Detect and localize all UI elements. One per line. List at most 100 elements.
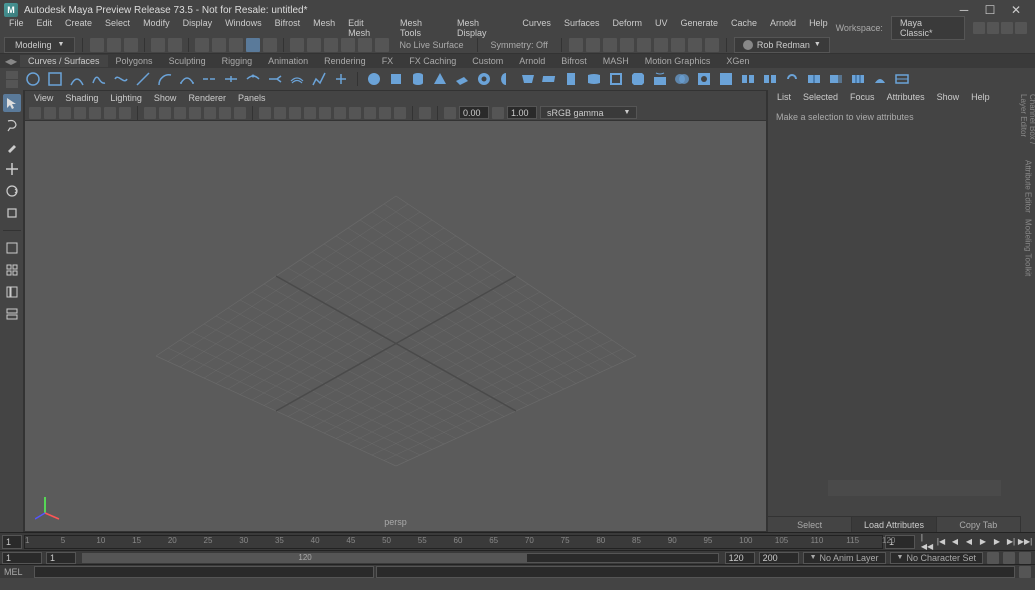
shelf-tab-motion-graphics[interactable]: Motion Graphics <box>637 55 719 67</box>
project-curve-icon[interactable] <box>651 70 669 88</box>
exposure-icon[interactable] <box>444 107 456 119</box>
render-view-icon[interactable] <box>637 38 651 52</box>
ipr-icon[interactable] <box>586 38 600 52</box>
use-all-lights-icon[interactable] <box>349 107 361 119</box>
bookmark-icon[interactable] <box>74 107 86 119</box>
insert-isoparm-icon[interactable] <box>805 70 823 88</box>
render-icon[interactable] <box>569 38 583 52</box>
detach-surface-icon[interactable] <box>761 70 779 88</box>
arc-icon[interactable] <box>156 70 174 88</box>
wireframe-icon[interactable] <box>259 107 271 119</box>
select-component-icon[interactable] <box>263 38 277 52</box>
layout-icon-3[interactable] <box>1001 22 1013 34</box>
attr-select-button[interactable]: Select <box>768 517 852 532</box>
select-hierarchy-icon[interactable] <box>229 38 243 52</box>
loft-icon[interactable] <box>519 70 537 88</box>
nurbs-plane-icon[interactable] <box>453 70 471 88</box>
shelf-tab-animation[interactable]: Animation <box>260 55 316 67</box>
rotate-tool[interactable] <box>3 182 21 200</box>
shelf-tab-sculpting[interactable]: Sculpting <box>161 55 214 67</box>
attr-copy-button[interactable]: Copy Tab <box>937 517 1021 532</box>
menu-create[interactable]: Create <box>60 18 97 38</box>
play-forward-icon[interactable]: ▶ <box>977 536 989 548</box>
shelf-tab-up-icon[interactable] <box>6 71 18 79</box>
menu-generate[interactable]: Generate <box>676 18 724 38</box>
layout-single[interactable] <box>3 239 21 257</box>
attr-menu-list[interactable]: List <box>772 92 796 102</box>
panel-menu-lighting[interactable]: Lighting <box>105 93 147 103</box>
start-frame-input[interactable] <box>2 535 22 549</box>
rebuild-curve-icon[interactable] <box>310 70 328 88</box>
pause-icon[interactable] <box>705 38 719 52</box>
step-forward-key-icon[interactable]: ▶| <box>1005 536 1017 548</box>
step-forward-icon[interactable]: ▶ <box>991 536 1003 548</box>
grid-icon[interactable] <box>144 107 156 119</box>
shelf-toggle-icon[interactable]: ◀▶ <box>4 56 18 66</box>
range-end-input[interactable] <box>725 552 755 564</box>
shelf-tab-polygons[interactable]: Polygons <box>108 55 161 67</box>
workspace-dropdown[interactable]: Maya Classic* <box>891 16 965 40</box>
menu-surfaces[interactable]: Surfaces <box>559 18 605 38</box>
open-close-icon[interactable] <box>783 70 801 88</box>
timeline-ruler[interactable]: 1510152025303540455055606570758085909510… <box>24 535 883 549</box>
menu-deform[interactable]: Deform <box>607 18 647 38</box>
new-scene-icon[interactable] <box>90 38 104 52</box>
cmd-label[interactable]: MEL <box>4 567 34 577</box>
menu-mesh-tools[interactable]: Mesh Tools <box>395 18 449 38</box>
menu-file[interactable]: File <box>4 18 29 38</box>
layout-persp-outliner[interactable] <box>3 283 21 301</box>
menu-edit-mesh[interactable]: Edit Mesh <box>343 18 392 38</box>
shelf-tab-mash[interactable]: MASH <box>595 55 637 67</box>
revolve-icon[interactable] <box>497 70 515 88</box>
layout-icon-1[interactable] <box>973 22 985 34</box>
menu-select[interactable]: Select <box>100 18 135 38</box>
range-thumb[interactable]: 120 <box>83 554 527 562</box>
gamma-input[interactable] <box>507 106 537 119</box>
isolate-select-icon[interactable] <box>419 107 431 119</box>
attr-menu-selected[interactable]: Selected <box>798 92 843 102</box>
menu-mesh[interactable]: Mesh <box>308 18 340 38</box>
shadows-icon[interactable] <box>304 107 316 119</box>
light-editor-icon[interactable] <box>654 38 668 52</box>
xray-icon[interactable] <box>364 107 376 119</box>
menu-curves[interactable]: Curves <box>517 18 556 38</box>
xray-joints-icon[interactable] <box>379 107 391 119</box>
use-lights-icon[interactable] <box>289 107 301 119</box>
add-points-icon[interactable] <box>332 70 350 88</box>
attr-load-button[interactable]: Load Attributes <box>852 517 936 532</box>
anim-prefs-icon[interactable] <box>1019 552 1031 564</box>
nurbs-square-icon[interactable] <box>46 70 64 88</box>
go-to-start-icon[interactable]: |◀◀ <box>921 536 933 548</box>
panel-menu-show[interactable]: Show <box>149 93 182 103</box>
user-account[interactable]: Rob Redman ▼ <box>734 37 830 53</box>
nurbs-cone-icon[interactable] <box>431 70 449 88</box>
undo-icon[interactable] <box>151 38 165 52</box>
layout-icon-2[interactable] <box>987 22 999 34</box>
shelf-tab-fx[interactable]: FX <box>374 55 402 67</box>
layout-custom[interactable] <box>3 305 21 323</box>
step-back-icon[interactable]: ◀ <box>949 536 961 548</box>
step-back-key-icon[interactable]: |◀ <box>935 536 947 548</box>
snap-plane-icon[interactable] <box>341 38 355 52</box>
detach-curve-icon[interactable] <box>222 70 240 88</box>
attr-menu-show[interactable]: Show <box>932 92 965 102</box>
select-mode-icon[interactable] <box>195 38 209 52</box>
panel-menu-renderer[interactable]: Renderer <box>183 93 231 103</box>
redo-icon[interactable] <box>168 38 182 52</box>
toggle-render-icon[interactable] <box>688 38 702 52</box>
menu-windows[interactable]: Windows <box>220 18 267 38</box>
anim-end-input[interactable] <box>759 552 799 564</box>
shelf-tab-custom[interactable]: Custom <box>464 55 511 67</box>
film-gate-icon[interactable] <box>159 107 171 119</box>
go-to-end-icon[interactable]: ▶▶| <box>1019 536 1031 548</box>
minimize-button[interactable]: ─ <box>957 3 971 17</box>
script-editor-icon[interactable] <box>1019 566 1031 578</box>
select-tool[interactable] <box>3 94 21 112</box>
maximize-button[interactable]: ☐ <box>983 3 997 17</box>
resolution-gate-icon[interactable] <box>174 107 186 119</box>
birail-icon[interactable] <box>585 70 603 88</box>
close-button[interactable]: ✕ <box>1009 3 1023 17</box>
untrim-icon[interactable] <box>717 70 735 88</box>
auto-key-icon[interactable] <box>987 552 999 564</box>
extrude-surface-icon[interactable] <box>563 70 581 88</box>
